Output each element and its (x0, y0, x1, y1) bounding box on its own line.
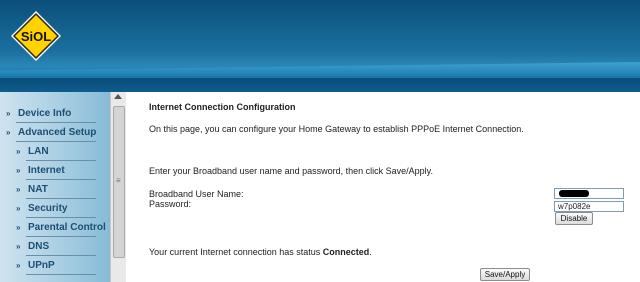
sidebar-item-label: UPnP (28, 260, 55, 271)
username-label: Broadband User Name: (149, 189, 244, 199)
scroll-thumb[interactable]: ≡ (113, 106, 125, 258)
arrow-icon: » (16, 242, 21, 251)
arrow-icon: » (6, 109, 11, 118)
divider (26, 236, 96, 237)
divider (26, 217, 96, 218)
arrow-icon: » (16, 261, 21, 270)
instructions-text: Enter your Broadband user name and passw… (149, 166, 433, 176)
status-line: Your current Internet connection has sta… (149, 247, 372, 257)
status-suffix: . (369, 247, 372, 257)
sidebar-item-advanced-setup[interactable]: » Advanced Setup (0, 124, 110, 143)
sidebar-item-upnp[interactable]: » UPnP (0, 257, 110, 276)
main-content: Internet Connection Configuration On thi… (126, 92, 640, 282)
divider (16, 141, 96, 142)
status-prefix: Your current Internet connection has sta… (149, 247, 323, 257)
grip-icon: ≡ (116, 176, 121, 185)
sidebar-scrollbar[interactable]: ≡ (110, 92, 126, 282)
header-wave (0, 62, 640, 76)
header-band (0, 78, 640, 92)
sidebar: » Device Info » Advanced Setup » LAN » I… (0, 92, 110, 282)
arrow-icon: » (16, 185, 21, 194)
arrow-icon: » (16, 147, 21, 156)
arrow-icon: » (16, 166, 21, 175)
sidebar-item-label: Advanced Setup (18, 127, 97, 138)
sidebar-item-label: LAN (28, 146, 49, 157)
redaction-mark (559, 190, 589, 197)
arrow-icon: » (6, 128, 11, 137)
divider (26, 179, 96, 180)
divider (26, 160, 96, 161)
scroll-up-icon[interactable] (114, 94, 122, 99)
arrow-icon: » (16, 204, 21, 213)
sidebar-item-internet[interactable]: » Internet (0, 162, 110, 181)
divider (26, 255, 96, 256)
sidebar-item-label: Internet (28, 165, 65, 176)
intro-text: On this page, you can configure your Hom… (149, 124, 524, 134)
save-apply-button[interactable]: Save/Apply (480, 268, 530, 281)
sidebar-item-label: NAT (28, 184, 48, 195)
page-title: Internet Connection Configuration (149, 102, 296, 112)
divider (16, 122, 96, 123)
divider (26, 274, 96, 275)
sidebar-item-security[interactable]: » Security (0, 200, 110, 219)
header-banner: SiOL (0, 0, 640, 92)
sidebar-item-label: Device Info (18, 108, 72, 119)
arrow-icon: » (16, 223, 21, 232)
siol-logo: SiOL (11, 11, 61, 61)
status-value: Connected (322, 247, 370, 257)
sidebar-item-label: Parental Control (28, 222, 106, 233)
divider (26, 198, 96, 199)
sidebar-item-label: DNS (28, 241, 50, 252)
sidebar-item-dns[interactable]: » DNS (0, 238, 110, 257)
sidebar-item-parental-control[interactable]: » Parental Control (0, 219, 110, 238)
sidebar-item-nat[interactable]: » NAT (0, 181, 110, 200)
logo-text: SiOL (21, 29, 51, 44)
sidebar-item-lan[interactable]: » LAN (0, 143, 110, 162)
disable-button[interactable]: Disable (555, 212, 593, 225)
sidebar-item-label: Security (28, 203, 68, 214)
sidebar-item-device-info[interactable]: » Device Info (0, 105, 110, 124)
password-label: Password: (149, 199, 192, 209)
password-field[interactable] (554, 201, 624, 212)
